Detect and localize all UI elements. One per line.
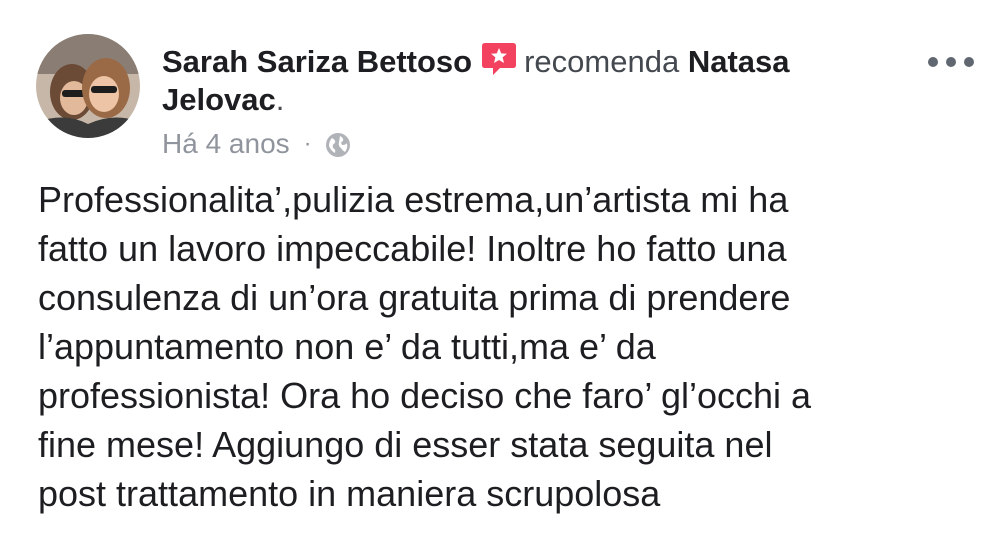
avatar-photo xyxy=(36,34,140,138)
meta-separator: · xyxy=(303,130,312,157)
post-text: Professionalita’,pulizia estrema,un’arti… xyxy=(38,179,812,514)
globe-icon[interactable] xyxy=(324,130,352,158)
recommendation-star-icon xyxy=(480,40,518,78)
recommend-verb: recomenda xyxy=(524,44,680,79)
more-options-icon[interactable] xyxy=(928,52,974,72)
more-dot xyxy=(928,57,938,67)
post-meta: Há 4 anos · xyxy=(162,124,352,164)
author-avatar[interactable] xyxy=(36,34,140,138)
post-timestamp[interactable]: Há 4 anos xyxy=(162,124,290,164)
more-dot xyxy=(964,57,974,67)
more-dot xyxy=(946,57,956,67)
target-suffix: . xyxy=(275,82,285,117)
post-header: Sarah Sariza Bettoso recomenda Natasa Jel… xyxy=(162,40,902,119)
author-name[interactable]: Sarah Sariza Bettoso xyxy=(162,44,472,79)
